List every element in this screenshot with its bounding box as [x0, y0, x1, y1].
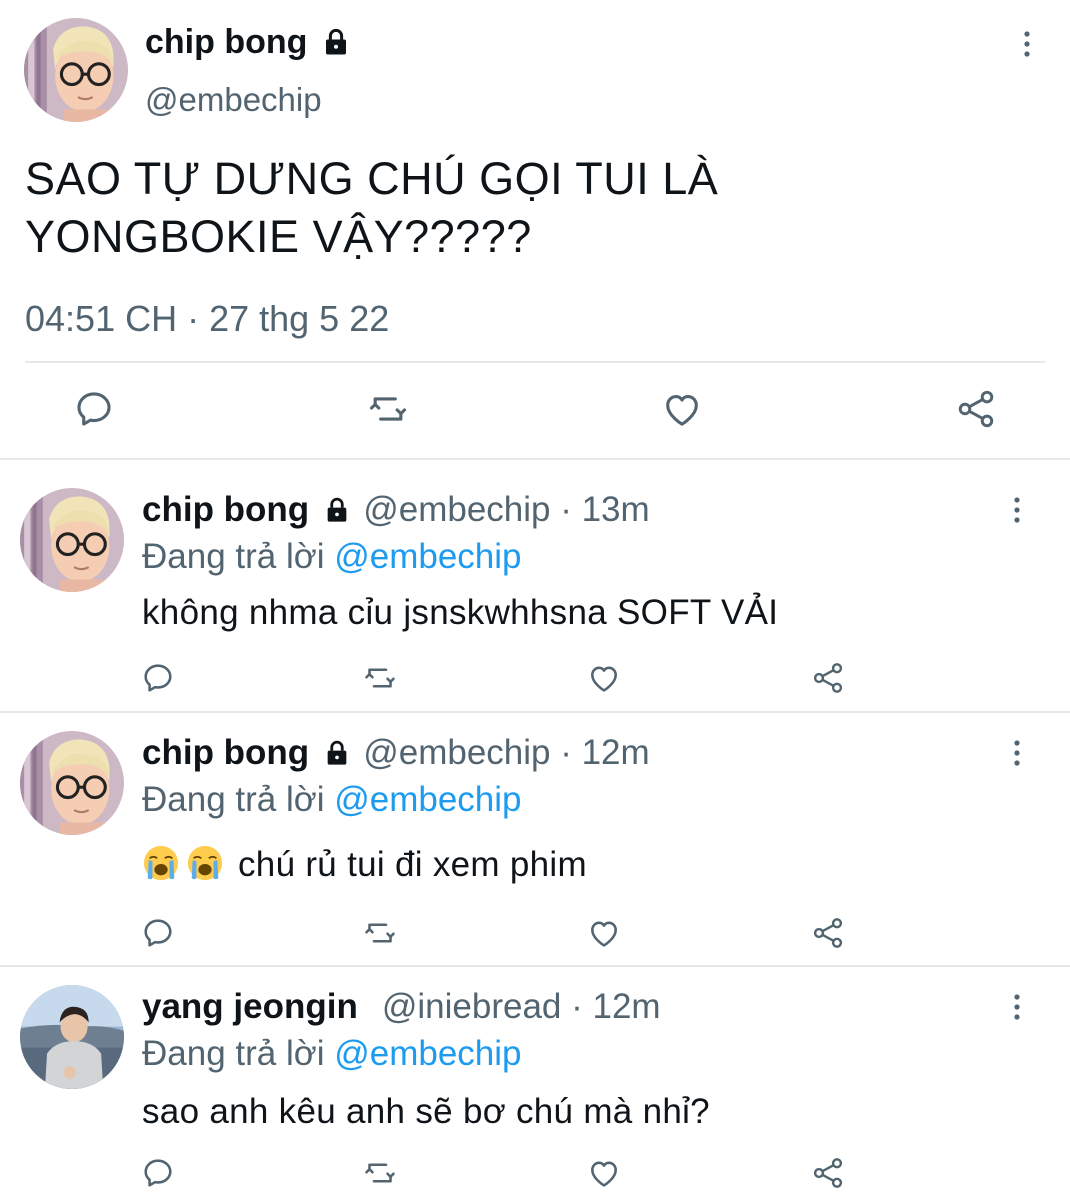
reply-actions: [0, 658, 1070, 698]
mention-link[interactable]: @embechip: [334, 537, 521, 576]
reply-button[interactable]: [140, 913, 176, 953]
tweet-timestamp[interactable]: 04:51 CH · 27 thg 5 22: [25, 297, 389, 341]
handle-time[interactable]: @embechip · 13m: [363, 488, 649, 532]
reply-text: sao anh kêu anh sẽ bơ chú mà nhỉ?: [142, 1092, 710, 1131]
reply-header: chip bong @embechip · 13m: [142, 488, 650, 532]
author-name[interactable]: yang jeongin: [142, 985, 358, 1029]
more-options-icon[interactable]: [1012, 26, 1042, 62]
avatar-image: [20, 731, 124, 835]
retweet-button[interactable]: [362, 1153, 398, 1193]
author-name[interactable]: chip bong: [142, 488, 309, 532]
reply-icon: [72, 387, 116, 431]
avatar[interactable]: [20, 731, 124, 835]
retweet-icon: [366, 387, 410, 431]
share-icon: [810, 1155, 846, 1191]
avatar[interactable]: [24, 18, 128, 122]
share-icon: [810, 660, 846, 696]
replying-prefix: Đang trả lời: [142, 537, 335, 576]
divider: [25, 361, 1045, 363]
more-options-icon[interactable]: [1002, 735, 1032, 771]
divider: [0, 711, 1070, 713]
reply-text-row: chú rủ tui đi xem phim: [142, 843, 587, 887]
retweet-icon: [362, 915, 398, 951]
loudly-crying-face-icon: [142, 844, 180, 882]
replying-prefix: Đang trả lời: [142, 1034, 335, 1073]
author-name[interactable]: chip bong: [142, 731, 309, 775]
reply-text: không nhma cỉu jsnskwhhsna SOFT VẢI: [142, 593, 779, 632]
author-name-row[interactable]: chip bong: [145, 22, 351, 62]
retweet-button[interactable]: [366, 385, 410, 433]
share-button[interactable]: [954, 385, 998, 433]
reply-text: chú rủ tui đi xem phim: [238, 845, 587, 884]
divider: [0, 458, 1070, 460]
share-button[interactable]: [810, 1153, 846, 1193]
mention-link[interactable]: @embechip: [334, 780, 521, 819]
like-button[interactable]: [586, 658, 622, 698]
reply-tweet[interactable]: yang jeongin @iniebread · 12m Đang trả l…: [0, 985, 1070, 1196]
replying-to: Đang trả lời @embechip: [142, 535, 522, 579]
more-options-icon[interactable]: [1002, 492, 1032, 528]
avatar[interactable]: [20, 985, 124, 1089]
like-icon: [660, 387, 704, 431]
share-icon: [810, 915, 846, 951]
more-options-icon[interactable]: [1002, 989, 1032, 1025]
tweet-text: SAO TỰ DƯNG CHÚ GỌI TUI LÀ YONGBOKIE VẬY…: [25, 150, 1025, 266]
reply-button[interactable]: [140, 1153, 176, 1193]
retweet-button[interactable]: [362, 913, 398, 953]
replying-to: Đang trả lời @embechip: [142, 778, 522, 822]
divider: [0, 965, 1070, 967]
tweet-actions: [0, 385, 1070, 435]
reply-icon: [140, 1155, 176, 1191]
like-icon: [586, 1155, 622, 1191]
handle-time[interactable]: @iniebread · 12m: [382, 985, 661, 1029]
reply-actions: [0, 1153, 1070, 1193]
share-button[interactable]: [810, 658, 846, 698]
retweet-icon: [362, 1155, 398, 1191]
reply-icon: [140, 660, 176, 696]
reply-header: yang jeongin @iniebread · 12m: [142, 985, 661, 1029]
retweet-button[interactable]: [362, 658, 398, 698]
share-button[interactable]: [810, 913, 846, 953]
like-icon: [586, 660, 622, 696]
reply-button[interactable]: [72, 385, 116, 433]
tweet-text-line: YONGBOKIE VẬY?????: [25, 211, 532, 262]
loudly-crying-face-icon: [186, 844, 224, 882]
reply-button[interactable]: [140, 658, 176, 698]
lock-icon: [323, 496, 351, 524]
lock-icon: [323, 739, 351, 767]
avatar-image: [20, 488, 124, 592]
handle-time[interactable]: @embechip · 12m: [363, 731, 649, 775]
avatar[interactable]: [20, 488, 124, 592]
share-icon: [954, 387, 998, 431]
author-name[interactable]: chip bong: [145, 22, 307, 62]
retweet-icon: [362, 660, 398, 696]
tweet-text-line: SAO TỰ DƯNG CHÚ GỌI TUI LÀ: [25, 153, 719, 204]
avatar-image: [20, 985, 124, 1089]
like-button[interactable]: [586, 913, 622, 953]
reply-icon: [140, 915, 176, 951]
avatar-image: [24, 18, 128, 122]
replying-prefix: Đang trả lời: [142, 780, 335, 819]
main-tweet: chip bong @embechip SAO TỰ DƯNG CHÚ GỌI …: [0, 0, 1070, 458]
reply-tweet[interactable]: chip bong @embechip · 13m Đang trả lời @…: [0, 488, 1070, 710]
reply-header: chip bong @embechip · 12m: [142, 731, 650, 775]
mention-link[interactable]: @embechip: [334, 1034, 521, 1073]
reply-tweet[interactable]: chip bong @embechip · 12m Đang trả lời @…: [0, 731, 1070, 965]
reply-actions: [0, 913, 1070, 953]
replying-to: Đang trả lời @embechip: [142, 1032, 522, 1076]
author-handle[interactable]: @embechip: [145, 80, 322, 120]
lock-icon: [321, 27, 351, 57]
like-button[interactable]: [660, 385, 704, 433]
like-button[interactable]: [586, 1153, 622, 1193]
like-icon: [586, 915, 622, 951]
